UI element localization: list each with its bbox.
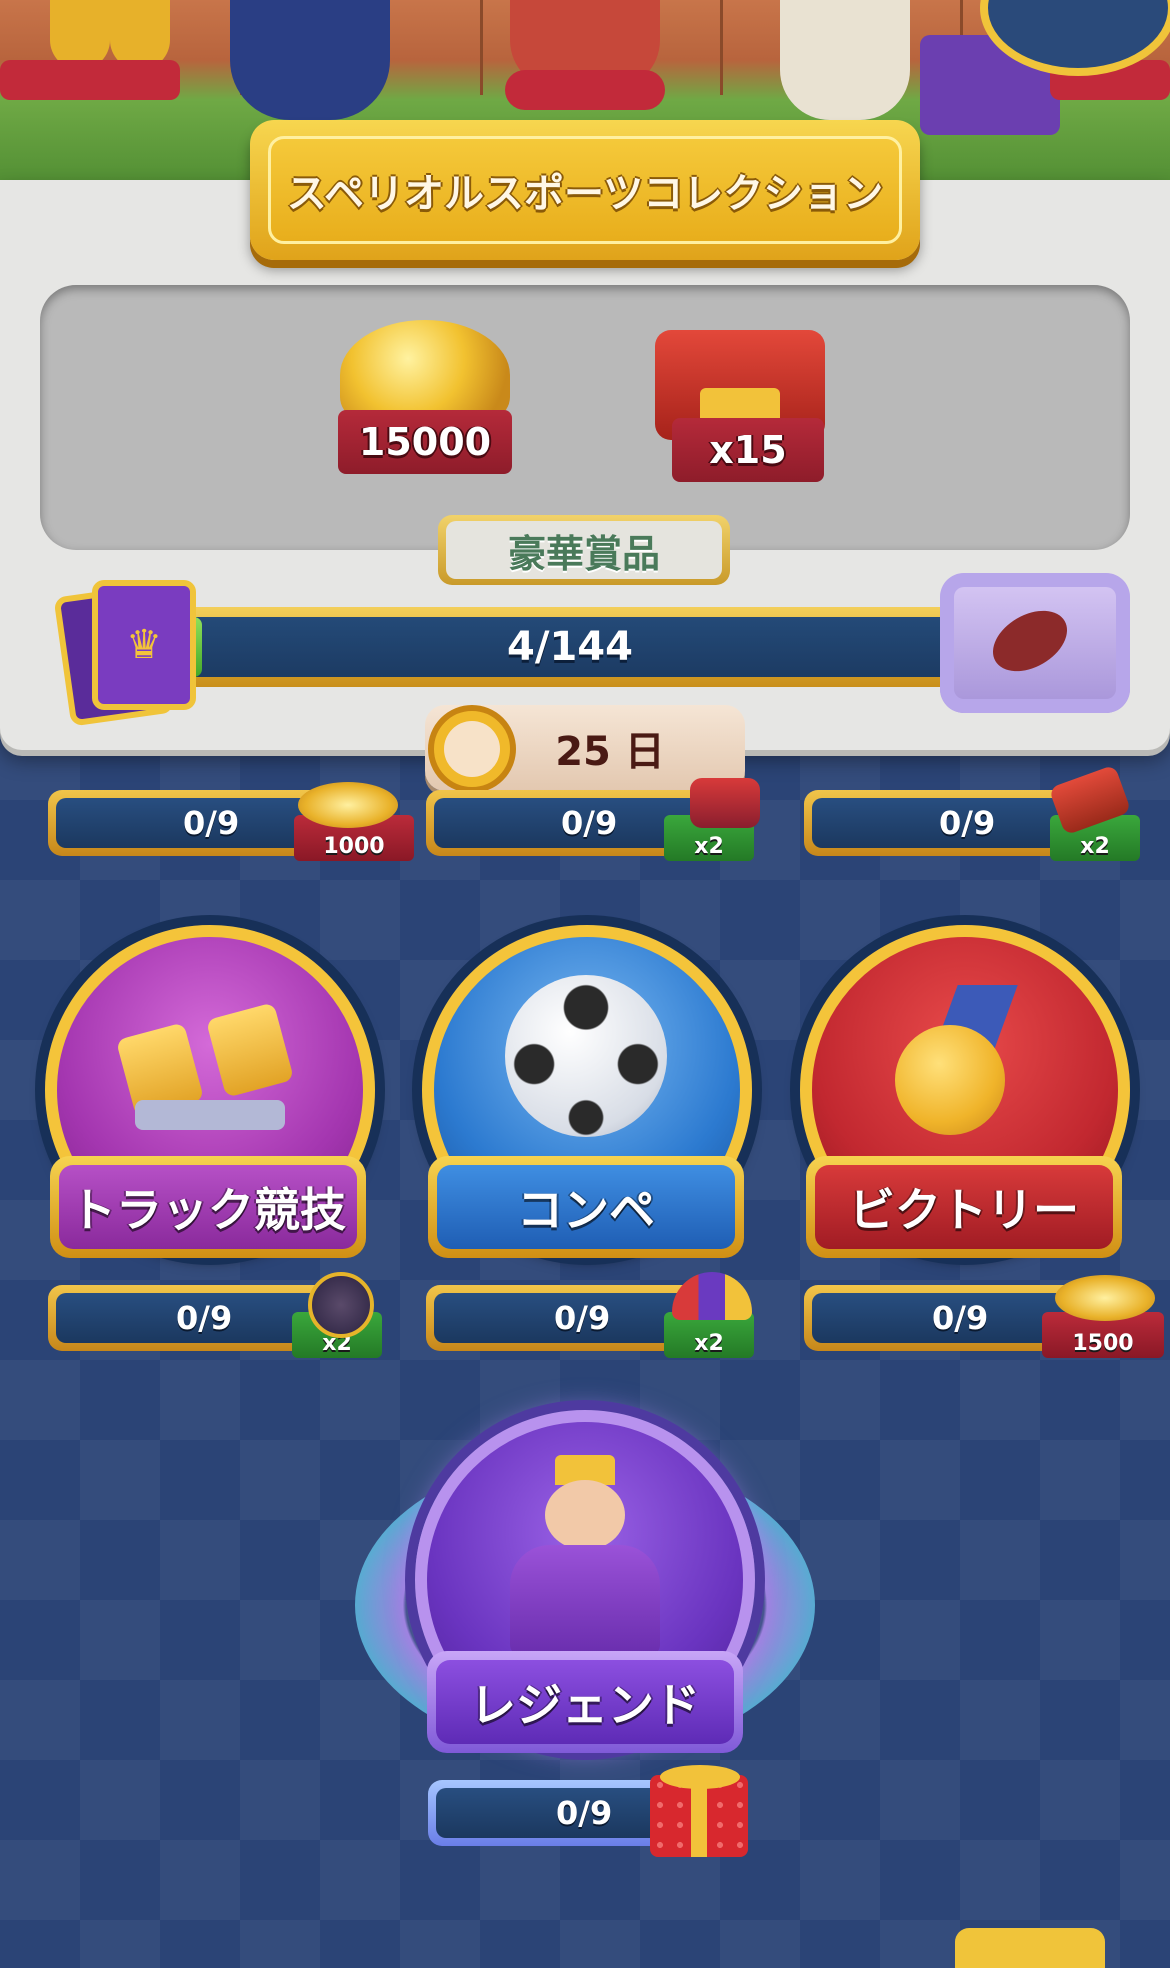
title-banner-inner: スペリオルスポーツコレクション <box>268 136 902 244</box>
set-label-frame: コンペ <box>428 1156 744 1258</box>
cannon-booster-icon <box>308 1272 374 1338</box>
pedestal-left <box>0 60 180 100</box>
set-label-frame: ビクトリー <box>806 1156 1122 1258</box>
legend-label-frame: レジェンド <box>427 1651 743 1753</box>
gold-medal-icon <box>885 985 1045 1135</box>
card-crown-icon: ♛ <box>92 580 196 710</box>
prize-coins-amount: 15000 <box>316 410 534 474</box>
legend-label[interactable]: レジェンド <box>436 1660 734 1744</box>
football-player-figure <box>230 0 390 120</box>
collection-title: スペリオルスポーツコレクション <box>286 171 884 217</box>
timer-text: 25 日 <box>555 729 665 775</box>
starting-blocks-icon <box>115 1000 295 1150</box>
set-label-frame: トラック競技 <box>50 1156 366 1258</box>
set-label[interactable]: トラック競技 <box>59 1165 357 1249</box>
set-progress-text: 0/9 <box>812 798 1086 848</box>
king-character-icon <box>490 1455 680 1655</box>
gift-bow-icon <box>660 1765 740 1789</box>
set-label[interactable]: コンペ <box>437 1165 735 1249</box>
set-progress-text: 0/9 <box>56 798 330 848</box>
grand-prize-label: 豪華賞品 <box>446 521 722 579</box>
bag-booster-icon <box>690 778 760 828</box>
grand-prize-box <box>40 285 1130 550</box>
bottom-partial-icon <box>955 1928 1105 1968</box>
baseball-player-figure <box>780 0 910 120</box>
set-label[interactable]: ビクトリー <box>815 1165 1113 1249</box>
collection-progress-text: 4/144 <box>507 624 633 670</box>
pedestal-center <box>505 70 665 110</box>
clock-face <box>444 721 500 777</box>
jester-hat-booster-icon <box>672 1272 752 1320</box>
gold-coins-icon <box>1055 1275 1155 1321</box>
gold-coins-icon <box>298 782 398 828</box>
prize-tnt-amount: x15 <box>650 418 846 482</box>
set-progress-text: 0/9 <box>56 1293 330 1343</box>
soccer-ball-icon <box>505 975 667 1137</box>
